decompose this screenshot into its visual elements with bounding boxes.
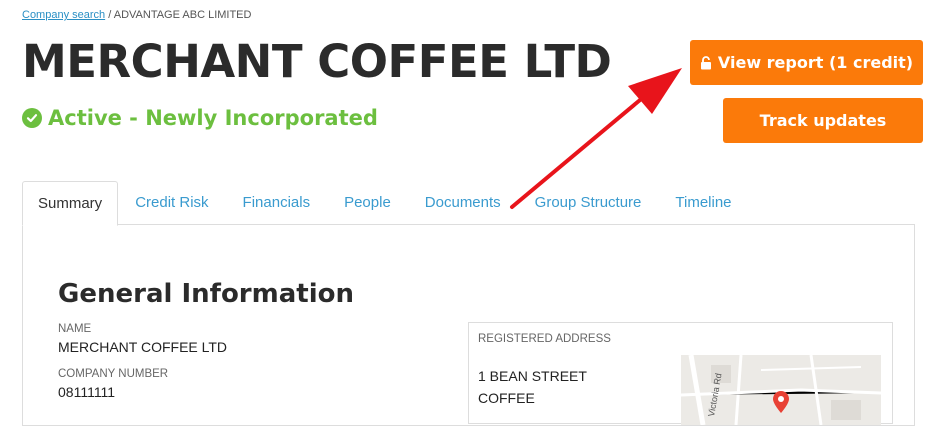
breadcrumb-current: ADVANTAGE ABC LIMITED <box>113 9 252 21</box>
address-line: 1 BEAN STREET <box>478 368 587 384</box>
tab-summary[interactable]: Summary <box>22 181 119 226</box>
tab-people[interactable]: People <box>327 181 408 224</box>
track-updates-button[interactable]: Track updates <box>723 98 923 143</box>
breadcrumb-separator: / <box>108 9 112 21</box>
section-title: General Information <box>58 279 354 309</box>
registered-address-label: REGISTERED ADDRESS <box>478 333 611 345</box>
company-number-value: 08111111 <box>58 384 116 400</box>
company-number-label: COMPANY NUMBER <box>58 368 169 380</box>
unlock-icon <box>700 55 712 70</box>
name-value: MERCHANT COFFEE LTD <box>58 339 228 355</box>
tab-group-structure[interactable]: Group Structure <box>518 181 659 224</box>
view-report-button[interactable]: View report (1 credit) <box>690 40 923 85</box>
address-map[interactable]: Victoria Rd <box>681 355 881 425</box>
track-updates-label: Track updates <box>759 111 887 130</box>
tab-documents[interactable]: Documents <box>408 181 518 224</box>
status-badge: Active - Newly Incorporated <box>22 106 378 130</box>
tab-timeline[interactable]: Timeline <box>658 181 748 224</box>
breadcrumb-link-company-search[interactable]: Company search <box>22 9 105 21</box>
name-label: NAME <box>58 323 92 335</box>
tab-bar: Summary Credit Risk Financials People Do… <box>22 181 749 226</box>
registered-address-box: REGISTERED ADDRESS 1 BEAN STREET COFFEE … <box>468 322 893 425</box>
status-text: Active - Newly Incorporated <box>48 106 378 130</box>
view-report-label: View report (1 credit) <box>717 53 914 72</box>
tab-credit-risk[interactable]: Credit Risk <box>118 181 225 224</box>
tab-financials[interactable]: Financials <box>226 181 328 224</box>
page-title: MERCHANT COFFEE LTD <box>22 35 612 88</box>
check-circle-icon <box>22 108 42 128</box>
breadcrumb: Company search / ADVANTAGE ABC LIMITED <box>22 9 251 21</box>
map-pin-icon <box>773 391 789 418</box>
address-line: COFFEE <box>478 390 535 406</box>
